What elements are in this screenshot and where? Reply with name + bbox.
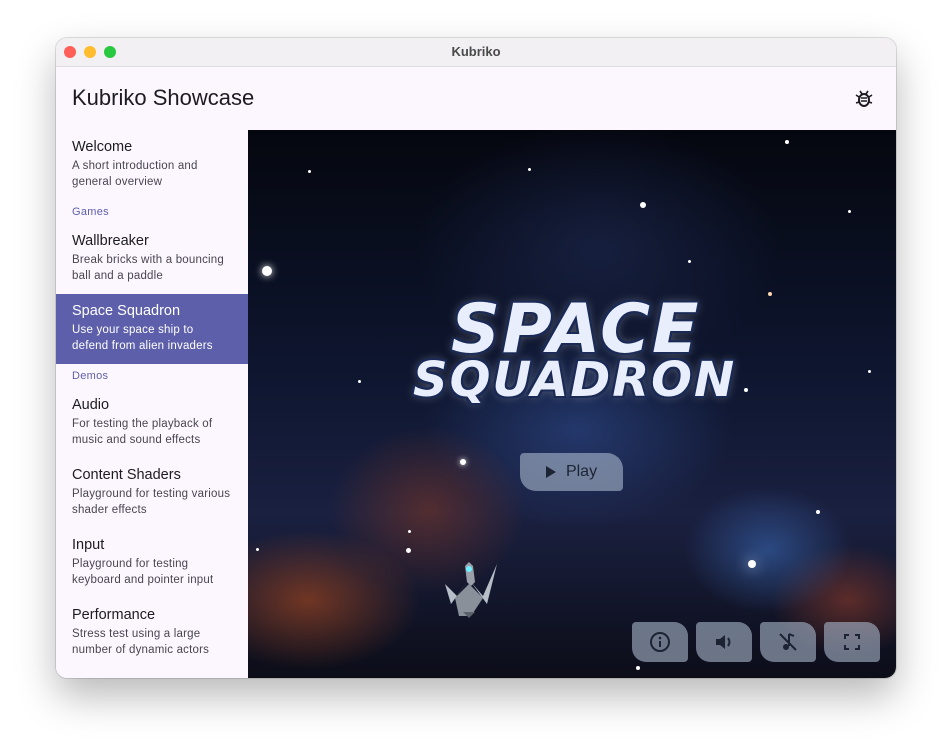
star [262, 266, 272, 276]
nav-item-desc: For testing the playback of music and so… [72, 418, 213, 446]
fullscreen-icon [844, 634, 860, 650]
spaceship-icon [445, 562, 497, 618]
title-bar: Kubriko [56, 38, 896, 67]
play-button-label: Play [565, 463, 598, 480]
sound-button[interactable] [696, 622, 752, 662]
app-window: Kubriko Kubriko Showcase Welcome A short… [56, 38, 896, 678]
star [744, 388, 748, 392]
star [406, 548, 411, 553]
star [460, 459, 466, 465]
bug-icon [855, 90, 873, 107]
app-title: Kubriko Showcase [72, 85, 255, 110]
nav-item-desc: Stress test using a large number of dyna… [72, 628, 210, 656]
star [848, 210, 851, 213]
info-button[interactable] [632, 622, 688, 662]
info-icon [650, 632, 670, 652]
debug-button[interactable] [852, 87, 876, 111]
nav-item-desc: Playground for testing various shader ef… [72, 488, 231, 516]
star [785, 140, 789, 144]
star [816, 510, 820, 514]
nav-item-title: Input [72, 537, 105, 553]
game-viewport[interactable]: SPACE SQUADRON Play [248, 130, 896, 678]
app-bar: Kubriko Showcase [56, 67, 896, 131]
section-header-demos: Demos [72, 370, 109, 382]
logo-line-squadron: SQUADRON [413, 352, 737, 408]
star [636, 666, 640, 670]
nav-item-audio[interactable]: Audio For testing the playback of music … [56, 388, 248, 458]
star [768, 292, 772, 296]
volume-icon [716, 635, 731, 649]
nav-item-wallbreaker[interactable]: Wallbreaker Break bricks with a bouncing… [56, 224, 248, 294]
play-button[interactable]: Play [520, 453, 623, 491]
play-icon [545, 466, 556, 478]
nav-item-welcome[interactable]: Welcome A short introduction and general… [56, 130, 248, 200]
nav-item-title: Welcome [72, 139, 133, 155]
star [528, 168, 531, 171]
star [640, 202, 646, 208]
sidebar: Welcome A short introduction and general… [56, 130, 248, 678]
nav-item-title: Wallbreaker [72, 233, 149, 249]
nav-item-desc: A short introduction and general overvie… [72, 160, 198, 188]
star [358, 380, 361, 383]
star [408, 530, 411, 533]
nav-item-space-squadron[interactable]: Space Squadron Use your space ship to de… [56, 294, 248, 364]
window-title: Kubriko [451, 44, 501, 59]
nav-item-title: Space Squadron [72, 303, 181, 319]
game-logo: SPACE SQUADRON [413, 290, 734, 415]
nav-item-performance[interactable]: Performance Stress test using a large nu… [56, 598, 248, 668]
fullscreen-button[interactable] [824, 622, 880, 662]
star [748, 560, 756, 568]
nav-item-desc: Break bricks with a bouncing ball and a … [72, 254, 224, 282]
nav-item-content-shaders[interactable]: Content Shaders Playground for testing v… [56, 458, 248, 528]
star [308, 170, 311, 173]
nav-item-input[interactable]: Input Playground for testing keyboard an… [56, 528, 248, 598]
nav-item-title: Performance [72, 607, 156, 623]
section-header-games: Games [72, 206, 109, 218]
star [256, 548, 259, 551]
music-off-icon [779, 633, 797, 651]
nav-item-title: Audio [72, 397, 110, 413]
star [868, 370, 871, 373]
nav-item-desc: Playground for testing keyboard and poin… [72, 558, 214, 586]
music-button[interactable] [760, 622, 816, 662]
star [688, 260, 691, 263]
nav-item-desc: Use your space ship to defend from alien… [72, 324, 213, 352]
nav-item-title: Content Shaders [72, 467, 181, 483]
